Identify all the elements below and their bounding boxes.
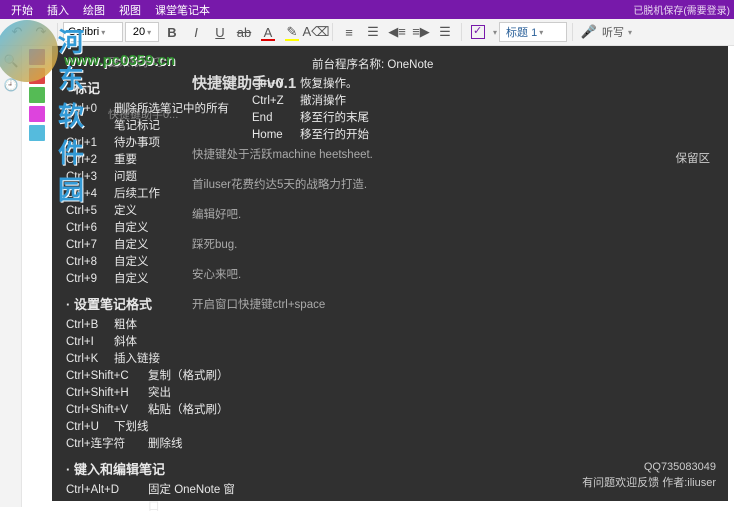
notebook-item[interactable] xyxy=(29,106,45,122)
menu-bar: 开始 插入 绘图 视图 课堂笔记本 已脱机保存(需要登录) xyxy=(0,0,734,19)
dictate-button[interactable]: 🎤 xyxy=(578,21,600,43)
section-tab-ghost: 更来帐小巧 xyxy=(108,54,163,70)
overlay-footer: QQ735083049 有问题欢迎反馈 作者:iliuser xyxy=(582,459,716,491)
highlight-button[interactable]: ✎ xyxy=(281,21,303,43)
bullets-button[interactable]: ≡ xyxy=(338,21,360,43)
section-header-edit: 键入和编辑笔记 xyxy=(66,459,236,478)
notebook-item[interactable] xyxy=(29,87,45,103)
separator xyxy=(57,23,58,41)
shortcut-group-general: Ctrl+Y恢复操作。 Ctrl+Z撤消操作 End移至行的末尾 Home移至行… xyxy=(252,58,412,144)
menu-insert[interactable]: 插入 xyxy=(40,2,76,18)
font-size-select[interactable]: 20▾ xyxy=(125,22,159,42)
shortcut-helper-overlay: 更来帐小巧 快捷键助手0... 快捷键助手v0.1 前台程序名称: OneNot… xyxy=(52,46,728,501)
font-color-button[interactable]: A xyxy=(257,21,279,43)
notebook-item[interactable] xyxy=(29,68,45,84)
reserved-area-label: 保留区 xyxy=(676,150,711,166)
recent-icon[interactable]: 🕘 xyxy=(4,78,18,92)
separator xyxy=(572,23,573,41)
left-rail: 🔍 🕘 xyxy=(0,46,22,507)
underline-button[interactable]: U xyxy=(209,21,231,43)
font-family-select[interactable]: Calibri▾ xyxy=(63,22,123,42)
note-body-text: 快捷键处于活跃machine heetsheet. 首iluser花费约达5天的… xyxy=(192,146,492,326)
separator xyxy=(332,23,333,41)
style-select[interactable]: 标题 1▾ xyxy=(499,22,567,42)
clear-format-button[interactable]: A⌫ xyxy=(305,21,327,43)
menu-classnotebook[interactable]: 课堂笔记本 xyxy=(148,2,217,18)
notebook-panel xyxy=(22,46,52,507)
sync-status: 已脱机保存(需要登录) xyxy=(633,2,730,17)
ribbon: ↶ ↷ Calibri▾ 20▾ B I U ab A ✎ A⌫ ≡ ☰ ◀≡ … xyxy=(0,19,734,46)
menu-draw[interactable]: 绘图 xyxy=(76,2,112,18)
section-header-tags: 标记 xyxy=(66,78,236,97)
numbering-button[interactable]: ☰ xyxy=(362,21,384,43)
outdent-button[interactable]: ◀≡ xyxy=(386,21,408,43)
redo-icon[interactable]: ↷ xyxy=(30,21,52,43)
indent-button[interactable]: ≡▶ xyxy=(410,21,432,43)
search-icon[interactable]: 🔍 xyxy=(4,54,18,68)
separator xyxy=(461,23,462,41)
menu-home[interactable]: 开始 xyxy=(4,2,40,18)
undo-icon[interactable]: ↶ xyxy=(6,21,28,43)
notebook-item[interactable] xyxy=(29,49,45,65)
todo-tag-button[interactable] xyxy=(467,21,489,43)
menu-view[interactable]: 视图 xyxy=(112,2,148,18)
align-button[interactable]: ☰ xyxy=(434,21,456,43)
notebook-item[interactable] xyxy=(29,125,45,141)
dropdown-icon[interactable]: ▾ xyxy=(493,28,497,37)
strike-button[interactable]: ab xyxy=(233,21,255,43)
bold-button[interactable]: B xyxy=(161,21,183,43)
dictate-label: 听写 xyxy=(602,24,624,40)
dropdown-icon[interactable]: ▾ xyxy=(628,28,632,37)
italic-button[interactable]: I xyxy=(185,21,207,43)
